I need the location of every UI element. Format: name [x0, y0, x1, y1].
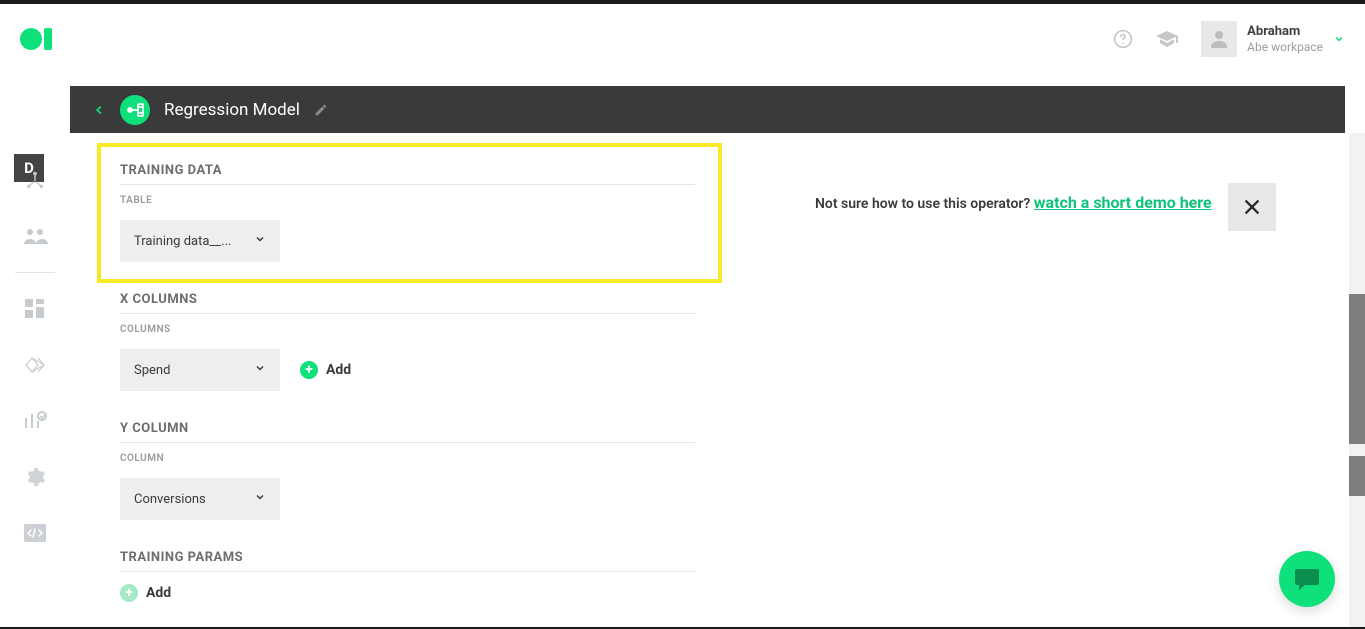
section-title-training-params: TRAINING PARAMS — [120, 550, 695, 572]
chat-launcher[interactable] — [1279, 551, 1335, 607]
select-x-column[interactable]: Spend — [120, 349, 280, 391]
select-value: Training data__... — [134, 234, 231, 249]
demo-link[interactable]: watch a short demo here — [1034, 193, 1212, 212]
section-title-x-columns: X COLUMNS — [120, 292, 695, 314]
scrollbar-thumb[interactable] — [1349, 456, 1365, 496]
chevron-down-icon — [254, 362, 266, 378]
section-title-y-column: Y COLUMN — [120, 421, 695, 443]
add-label: Add — [326, 362, 351, 378]
scrollbar-thumb[interactable] — [1349, 294, 1365, 444]
help-icon[interactable] — [1113, 29, 1133, 49]
chevron-down-icon — [254, 233, 266, 249]
select-y-column[interactable]: Conversions — [120, 478, 280, 520]
sidebar-code-icon[interactable] — [5, 509, 65, 557]
add-training-param-button[interactable]: + Add — [120, 584, 171, 602]
sidebar-network-icon[interactable] — [5, 341, 65, 389]
section-y-column: Y COLUMN COLUMN Conversions — [120, 421, 695, 520]
help-panel: Not sure how to use this operator? watch… — [725, 133, 1345, 627]
user-info: Abraham Abe workpace — [1247, 24, 1323, 54]
plus-icon: + — [300, 361, 318, 379]
select-value: Spend — [134, 363, 170, 378]
add-x-column-button[interactable]: + Add — [300, 361, 351, 379]
top-bar: Abraham Abe workpace — [0, 4, 1365, 74]
back-chevron-icon[interactable] — [92, 100, 106, 120]
sidebar-molecule-icon[interactable] — [5, 156, 65, 204]
add-label: Add — [146, 585, 171, 601]
section-title-training-data: TRAINING DATA — [120, 163, 695, 185]
edit-icon[interactable] — [314, 103, 328, 117]
field-label-column: COLUMN — [120, 453, 695, 464]
user-workspace: Abe workpace — [1247, 40, 1323, 54]
section-x-columns: X COLUMNS COLUMNS Spend + Add — [120, 292, 695, 391]
help-text-prefix: Not sure how to use this operator? — [815, 196, 1034, 212]
plus-icon: + — [120, 584, 138, 602]
sidebar-users-icon[interactable] — [5, 212, 65, 260]
sidebar-dashboard-icon[interactable] — [5, 285, 65, 333]
sidebar-gear-icon[interactable] — [5, 453, 65, 501]
graduation-cap-icon[interactable] — [1155, 29, 1179, 49]
logo[interactable] — [20, 28, 52, 50]
operator-type-icon — [120, 95, 150, 125]
section-training-data: TRAINING DATA TABLE Training data__... — [120, 153, 695, 262]
section-training-params: TRAINING PARAMS + Add — [120, 550, 695, 602]
content-wrap: TRAINING DATA TABLE Training data__... X… — [70, 133, 1345, 627]
chevron-down-icon — [1333, 30, 1345, 49]
close-button[interactable] — [1228, 183, 1276, 231]
select-training-table[interactable]: Training data__... — [120, 220, 280, 262]
left-sidebar — [0, 78, 70, 627]
sidebar-divider — [15, 272, 55, 273]
field-label-columns: COLUMNS — [120, 324, 695, 335]
chevron-down-icon — [254, 491, 266, 507]
logo-bar-icon — [44, 28, 52, 50]
help-text-block: Not sure how to use this operator? watch… — [815, 193, 1212, 212]
avatar — [1201, 21, 1237, 57]
config-panel: TRAINING DATA TABLE Training data__... X… — [70, 133, 725, 627]
sidebar-analytics-icon[interactable] — [5, 397, 65, 445]
operator-header: Regression Model — [70, 86, 1345, 133]
select-value: Conversions — [134, 492, 206, 507]
field-label-table: TABLE — [120, 195, 695, 206]
user-menu[interactable]: Abraham Abe workpace — [1201, 21, 1345, 57]
operator-title: Regression Model — [164, 100, 300, 120]
top-right-controls: Abraham Abe workpace — [1113, 21, 1345, 57]
logo-circle-icon — [20, 28, 42, 50]
user-name: Abraham — [1247, 24, 1323, 40]
